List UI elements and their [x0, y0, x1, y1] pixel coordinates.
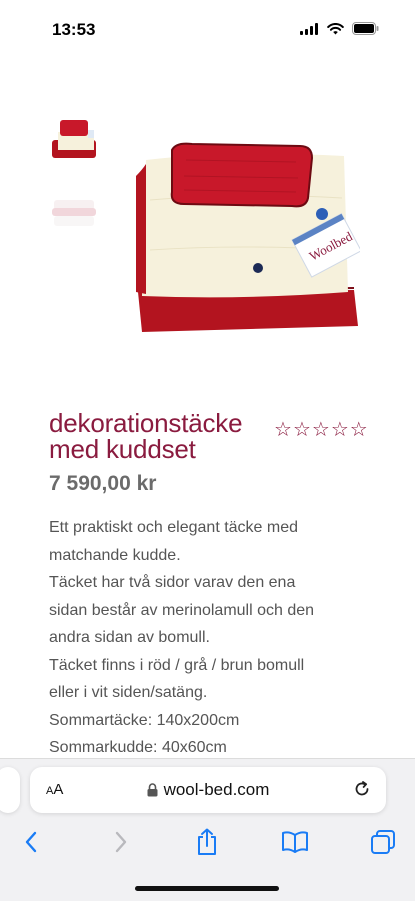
product-price: 7 590,00 kr	[49, 472, 157, 495]
battery-icon	[352, 22, 379, 35]
status-bar: 13:53	[0, 0, 415, 60]
thumbnail-white-blanket[interactable]	[50, 192, 98, 232]
star-icon: ☆	[349, 419, 368, 441]
star-icon: ☆	[311, 419, 330, 441]
address-bar[interactable]: AA wool-bed.com	[30, 767, 386, 813]
bookmarks-icon	[282, 831, 308, 853]
back-icon	[25, 831, 37, 853]
url-text: wool-bed.com	[163, 780, 270, 799]
star-icon: ☆	[330, 419, 349, 441]
star-icon: ☆	[292, 419, 311, 441]
product-title-line2: med kuddset	[49, 434, 196, 464]
forward-button[interactable]	[106, 827, 136, 857]
lock-icon	[147, 783, 158, 797]
tabs-icon	[371, 830, 395, 854]
description-line: Sommartäcke: 140x200cm	[49, 711, 240, 729]
previous-tab-edge[interactable]	[0, 767, 20, 813]
product-description: Ett praktiskt och elegant täcke med matc…	[49, 514, 389, 762]
thumbnail-red-blanket[interactable]	[50, 118, 98, 162]
url-display[interactable]: wool-bed.com	[30, 780, 386, 800]
description-line: matchande kudde.	[49, 546, 181, 564]
product-title: dekorationstäcke med kuddset	[49, 410, 281, 462]
wifi-icon	[327, 22, 344, 34]
rating-stars[interactable]: ☆ ☆ ☆ ☆ ☆	[274, 420, 368, 440]
share-icon	[198, 828, 216, 855]
cellular-signal-icon	[300, 22, 318, 35]
share-button[interactable]	[192, 827, 222, 857]
description-line: Täcket finns i röd / grå / brun bomull	[49, 656, 305, 674]
status-icons	[300, 22, 379, 35]
forward-icon	[115, 831, 127, 853]
star-icon: ☆	[274, 419, 292, 441]
description-line: sidan består av merinolamull och den	[49, 601, 315, 619]
description-line: Täcket har två sidor varav den ena	[49, 574, 296, 591]
browser-bottom-bar: AA wool-bed.com	[0, 758, 415, 901]
reload-icon[interactable]	[352, 779, 372, 799]
status-time: 13:53	[52, 20, 96, 39]
description-line: eller i vit siden/satäng.	[49, 684, 208, 701]
bookmarks-button[interactable]	[280, 827, 310, 857]
back-button[interactable]	[16, 827, 46, 857]
product-main-image[interactable]: Woolbed	[132, 140, 362, 338]
tabs-button[interactable]	[368, 827, 398, 857]
description-line: andra sidan av bomull.	[49, 629, 210, 646]
home-indicator[interactable]	[135, 886, 279, 891]
description-line: Ett praktiskt och elegant täcke med	[49, 519, 299, 536]
